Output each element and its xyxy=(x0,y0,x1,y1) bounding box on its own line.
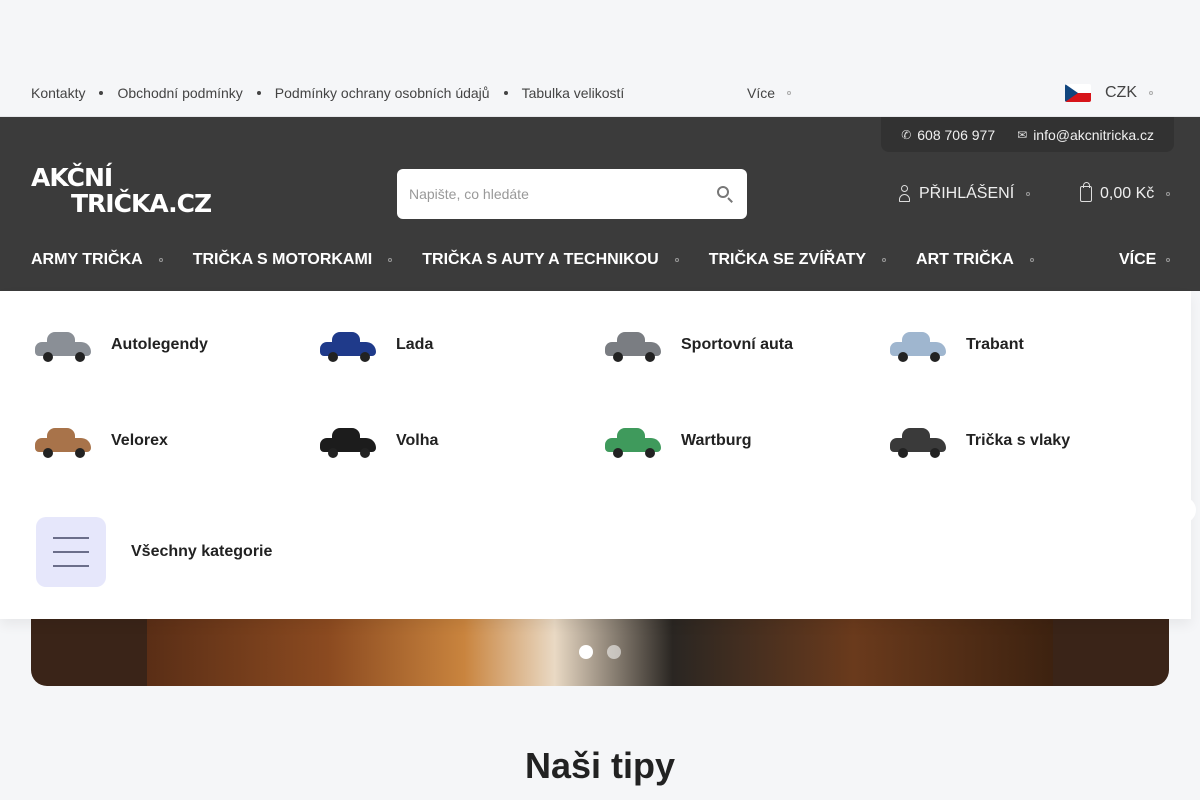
phone-icon: ✆ xyxy=(901,127,912,142)
chevron-down-icon xyxy=(1149,90,1153,95)
chevron-down-icon xyxy=(674,258,679,262)
site-logo[interactable]: AKČNÍ TRIČKA.CZ xyxy=(31,163,212,221)
category-autolegendy[interactable]: Autolegendy xyxy=(31,315,316,375)
top-links: Kontakty Obchodní podmínky Podmínky ochr… xyxy=(31,68,624,117)
chevron-down-icon xyxy=(1029,258,1034,262)
all-categories-link[interactable]: Všechny kategorie xyxy=(36,517,272,587)
car-thumbnail xyxy=(601,320,665,370)
nav-item-zvirata[interactable]: Trička se zvířaty xyxy=(708,251,887,269)
nav-item-art[interactable]: Art trička xyxy=(916,251,1034,269)
email-contact[interactable]: ✉ info@akcnitricka.cz xyxy=(1017,127,1154,143)
nav-item-motorky[interactable]: Trička s motorkami xyxy=(193,251,393,269)
category-label: Trička s vlaky xyxy=(966,432,1071,449)
car-thumbnail xyxy=(31,320,95,370)
czech-flag-icon xyxy=(1065,83,1091,102)
category-tricka-s-vlaky[interactable]: Trička s vlaky xyxy=(886,411,1171,471)
category-wartburg[interactable]: Wartburg xyxy=(601,411,886,471)
category-lada[interactable]: Lada xyxy=(316,315,601,375)
chevron-down-icon xyxy=(882,258,887,262)
search-box xyxy=(397,169,747,219)
category-volha[interactable]: Volha xyxy=(316,411,601,471)
link-ochrana-udaju[interactable]: Podmínky ochrany osobních údajů xyxy=(275,85,490,101)
separator-dot xyxy=(503,90,508,95)
currency-label: CZK xyxy=(1105,83,1137,101)
currency-selector[interactable]: CZK xyxy=(1065,68,1153,117)
slider-dot-1[interactable] xyxy=(579,645,593,659)
login-button[interactable]: Přihlášení xyxy=(899,181,1031,207)
category-sportovni-auta[interactable]: Sportovní auta xyxy=(601,315,886,375)
nav-label: Art trička xyxy=(916,251,1014,268)
slider-dot-2[interactable] xyxy=(607,645,621,659)
category-label: Sportovní auta xyxy=(681,336,794,353)
car-thumbnail xyxy=(31,416,95,466)
chevron-down-icon xyxy=(1166,192,1171,196)
category-label: Velorex xyxy=(111,432,168,449)
login-label: Přihlášení xyxy=(919,185,1015,202)
user-icon xyxy=(899,185,910,203)
category-grid: Autolegendy Lada Sportovní auta Trabant … xyxy=(31,315,1171,471)
search-icon[interactable] xyxy=(715,184,735,204)
category-label: Volha xyxy=(396,432,439,449)
category-label: Autolegendy xyxy=(111,336,208,353)
top-more-dropdown[interactable]: Více xyxy=(747,68,792,117)
separator-dot xyxy=(256,90,261,95)
email-address: info@akcnitricka.cz xyxy=(1033,126,1154,143)
slider-dots xyxy=(579,645,635,659)
logo-line-2: TRIČKA.CZ xyxy=(71,189,212,218)
cart-total: 0,00 Kč xyxy=(1100,185,1155,202)
chevron-down-icon xyxy=(158,258,163,262)
link-tabulka-velikosti[interactable]: Tabulka velikostí xyxy=(522,85,625,101)
search-input[interactable] xyxy=(409,186,715,202)
chevron-down-icon xyxy=(1166,258,1171,262)
car-thumbnail xyxy=(601,416,665,466)
nav-item-army[interactable]: Army trička xyxy=(31,251,163,269)
phone-contact[interactable]: ✆ 608 706 977 xyxy=(901,127,995,143)
logo-line-1: AKČNÍ xyxy=(31,163,113,192)
car-thumbnail xyxy=(886,320,950,370)
car-thumbnail xyxy=(316,320,380,370)
top-bar: Kontakty Obchodní podmínky Podmínky ochr… xyxy=(0,68,1200,117)
category-trabant[interactable]: Trabant xyxy=(886,315,1171,375)
phone-number: 608 706 977 xyxy=(917,126,996,143)
nav-more-dropdown[interactable]: Více xyxy=(1119,243,1171,277)
link-kontakty[interactable]: Kontakty xyxy=(31,85,85,101)
main-header: ✆ 608 706 977 ✉ info@akcnitricka.cz AKČN… xyxy=(0,117,1200,291)
chevron-down-icon xyxy=(787,90,792,95)
category-label: Trabant xyxy=(966,336,1024,353)
chevron-down-icon xyxy=(388,258,393,262)
link-obchodni-podminky[interactable]: Obchodní podmínky xyxy=(117,85,242,101)
contact-bar: ✆ 608 706 977 ✉ info@akcnitricka.cz xyxy=(881,117,1174,152)
nav-label: Trička s motorkami xyxy=(192,251,373,268)
category-label: Wartburg xyxy=(681,432,752,449)
menu-icon xyxy=(36,517,106,587)
cart-button[interactable]: 0,00 Kč xyxy=(1080,181,1171,207)
category-velorex[interactable]: Velorex xyxy=(31,411,316,471)
nav-more-label: Více xyxy=(1119,251,1157,268)
nav-label: Trička s auty a technikou xyxy=(422,251,659,268)
all-categories-label: Všechny kategorie xyxy=(131,543,273,560)
main-nav: Army trička Trička s motorkami Trička s … xyxy=(31,243,1064,277)
nav-item-auta[interactable]: Trička s auty a technikou xyxy=(422,251,679,269)
separator-dot xyxy=(99,90,104,95)
chevron-down-icon xyxy=(1026,192,1031,196)
slider-next-arrow[interactable] xyxy=(1180,497,1196,523)
nav-label: Army trička xyxy=(31,251,143,268)
shopping-bag-icon xyxy=(1080,182,1092,202)
nav-label: Trička se zvířaty xyxy=(708,251,867,268)
mail-icon: ✉ xyxy=(1017,127,1028,142)
car-thumbnail xyxy=(316,416,380,466)
mega-menu: Autolegendy Lada Sportovní auta Trabant … xyxy=(0,291,1191,619)
category-label: Lada xyxy=(396,336,434,353)
train-thumbnail xyxy=(886,416,950,466)
section-title: Naši tipy xyxy=(524,745,676,786)
top-more-label: Více xyxy=(747,84,776,101)
